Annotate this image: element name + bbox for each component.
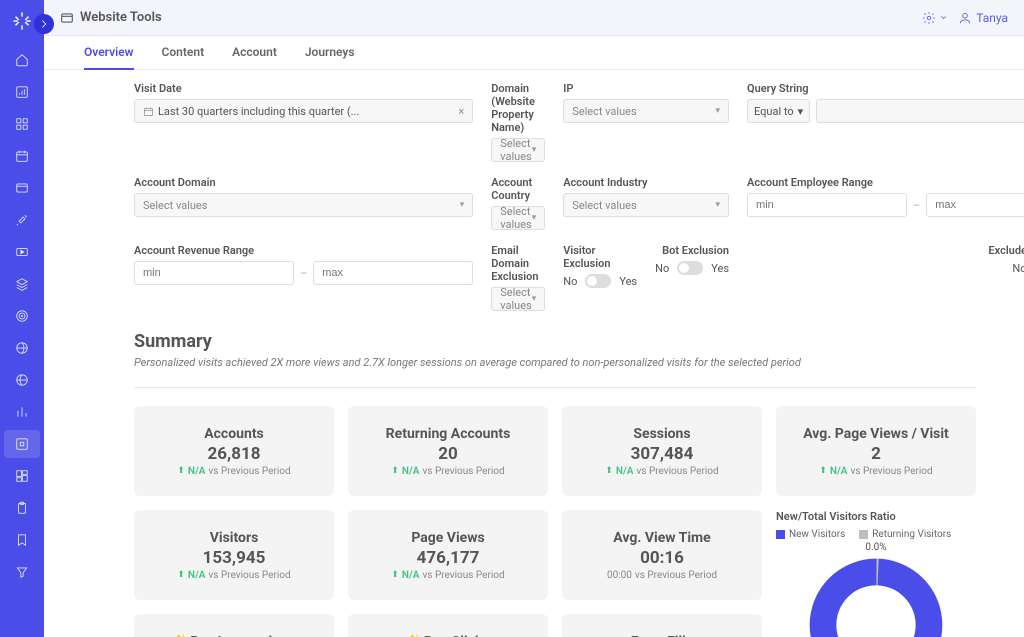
nav-website-tools[interactable] xyxy=(4,430,40,458)
nav-layers[interactable] xyxy=(4,270,40,298)
page-title: Website Tools xyxy=(80,10,162,25)
main-tabs: Overview Content Account Journeys xyxy=(44,36,1024,70)
close-chip-icon[interactable]: × xyxy=(458,105,464,118)
domain-select[interactable]: Select values▾ xyxy=(491,138,545,162)
metric-avg-view-time: Avg. View Time 00:16 00:00vs Previous Pe… xyxy=(562,510,762,600)
filters-panel: Visit Date Last 30 quarters including th… xyxy=(134,82,976,311)
nav-grid[interactable] xyxy=(4,110,40,138)
metrics-row-2: Visitors 153,945 ⬆N/Avs Previous Period … xyxy=(134,510,976,637)
settings-menu[interactable] xyxy=(922,11,948,25)
tab-journeys[interactable]: Journeys xyxy=(305,36,355,70)
divider xyxy=(134,387,976,388)
visitor-exclusion-toggle[interactable] xyxy=(585,274,611,288)
nav-target[interactable] xyxy=(4,302,40,330)
nav-calendar[interactable] xyxy=(4,142,40,170)
bot-exclusion-toggle[interactable] xyxy=(677,261,703,275)
filter-label: Bot Exclusion xyxy=(662,244,729,257)
metric-visitors: Visitors 153,945 ⬆N/Avs Previous Period xyxy=(134,510,334,600)
filter-label: Account Industry xyxy=(563,176,729,189)
nav-dashboard[interactable] xyxy=(4,462,40,490)
metric-accounts: Accounts 26,818 ⬆N/Avs Previous Period xyxy=(134,406,334,496)
user-icon xyxy=(958,11,972,25)
filter-label: Email Domain Exclusion xyxy=(491,244,545,283)
legend-new-visitors: New Visitors xyxy=(776,529,845,540)
sidebar-expand-button[interactable] xyxy=(34,14,54,34)
metrics-row-1: Accounts 26,818 ⬆N/Avs Previous Period R… xyxy=(134,406,976,496)
nav-tools[interactable] xyxy=(4,206,40,234)
app-header: Website Tools Tanya xyxy=(44,0,1024,36)
employee-max-input[interactable] xyxy=(926,193,1024,217)
filter-label: Domain (Website Property Name) xyxy=(491,82,545,134)
gear-icon xyxy=(922,11,936,25)
chevron-down-icon xyxy=(939,13,948,22)
employee-min-input[interactable] xyxy=(747,193,907,217)
nav-bookmark[interactable] xyxy=(4,526,40,554)
filter-label: Account Revenue Range xyxy=(134,244,473,257)
visit-date-select[interactable]: Last 30 quarters including this quarter … xyxy=(134,99,473,123)
metric-rec-impressions: ✨Rec Impressions 153,099 ⬆N/Avs Previous… xyxy=(134,614,334,637)
nav-browser[interactable] xyxy=(4,174,40,202)
metric-page-views: Page Views 476,177 ⬆N/Avs Previous Perio… xyxy=(348,510,548,600)
revenue-max-input[interactable] xyxy=(313,261,473,285)
filter-label: Query String xyxy=(747,82,1024,95)
nav-globe2[interactable] xyxy=(4,366,40,394)
email-exclusion-select[interactable]: Select values▾ xyxy=(491,287,545,311)
metric-sessions: Sessions 307,484 ⬆N/Avs Previous Period xyxy=(562,406,762,496)
tab-content[interactable]: Content xyxy=(162,36,205,70)
nav-clipboard[interactable] xyxy=(4,494,40,522)
account-country-select[interactable]: Select values▾ xyxy=(491,206,545,230)
filter-label: Account Domain xyxy=(134,176,473,189)
browser-icon xyxy=(60,11,74,25)
summary-title: Summary xyxy=(134,331,976,352)
metric-rec-clicks: ✨Rec Clicks 21,811 ⬆N/Avs Previous Perio… xyxy=(348,614,548,637)
app-logo xyxy=(9,8,35,34)
filter-label: Account Employee Range xyxy=(747,176,1024,189)
metric-avg-page-views: Avg. Page Views / Visit 2 ⬆N/Avs Previou… xyxy=(776,406,976,496)
nav-globe1[interactable] xyxy=(4,334,40,362)
filter-label: Exclude 0s Duration xyxy=(988,244,1024,257)
sidebar-nav xyxy=(0,0,44,637)
tab-overview[interactable]: Overview xyxy=(84,36,134,70)
summary-text: Personalized visits achieved 2X more vie… xyxy=(134,356,976,369)
nav-home[interactable] xyxy=(4,46,40,74)
metric-form-fills: Form Fills 0 0.0%vs Previous Period xyxy=(562,614,762,637)
tab-account[interactable]: Account xyxy=(232,36,277,70)
nav-filter[interactable] xyxy=(4,558,40,586)
revenue-min-input[interactable] xyxy=(134,261,294,285)
filter-label: Visitor Exclusion xyxy=(563,244,637,270)
ip-select[interactable]: Select values▾ xyxy=(563,99,729,123)
user-menu[interactable]: Tanya xyxy=(958,11,1008,25)
account-industry-select[interactable]: Select values▾ xyxy=(563,193,729,217)
calendar-icon xyxy=(143,106,154,117)
filter-label: Visit Date xyxy=(134,82,473,95)
query-operator-select[interactable]: Equal to▾ xyxy=(747,99,810,123)
nav-video[interactable] xyxy=(4,238,40,266)
user-name: Tanya xyxy=(976,11,1008,25)
metric-returning-accounts: Returning Accounts 20 ⬆N/Avs Previous Pe… xyxy=(348,406,548,496)
query-string-input[interactable] xyxy=(816,99,1024,123)
nav-analytics[interactable] xyxy=(4,78,40,106)
nav-bars[interactable] xyxy=(4,398,40,426)
filter-label: IP xyxy=(563,82,729,95)
visitors-ratio-chart: New/Total Visitors Ratio New Visitors Re… xyxy=(776,510,976,637)
legend-returning-visitors: Returning Visitors xyxy=(859,529,951,540)
account-domain-select[interactable]: Select values▾ xyxy=(134,193,473,217)
donut-chart xyxy=(806,555,946,637)
filter-label: Account Country xyxy=(491,176,545,202)
